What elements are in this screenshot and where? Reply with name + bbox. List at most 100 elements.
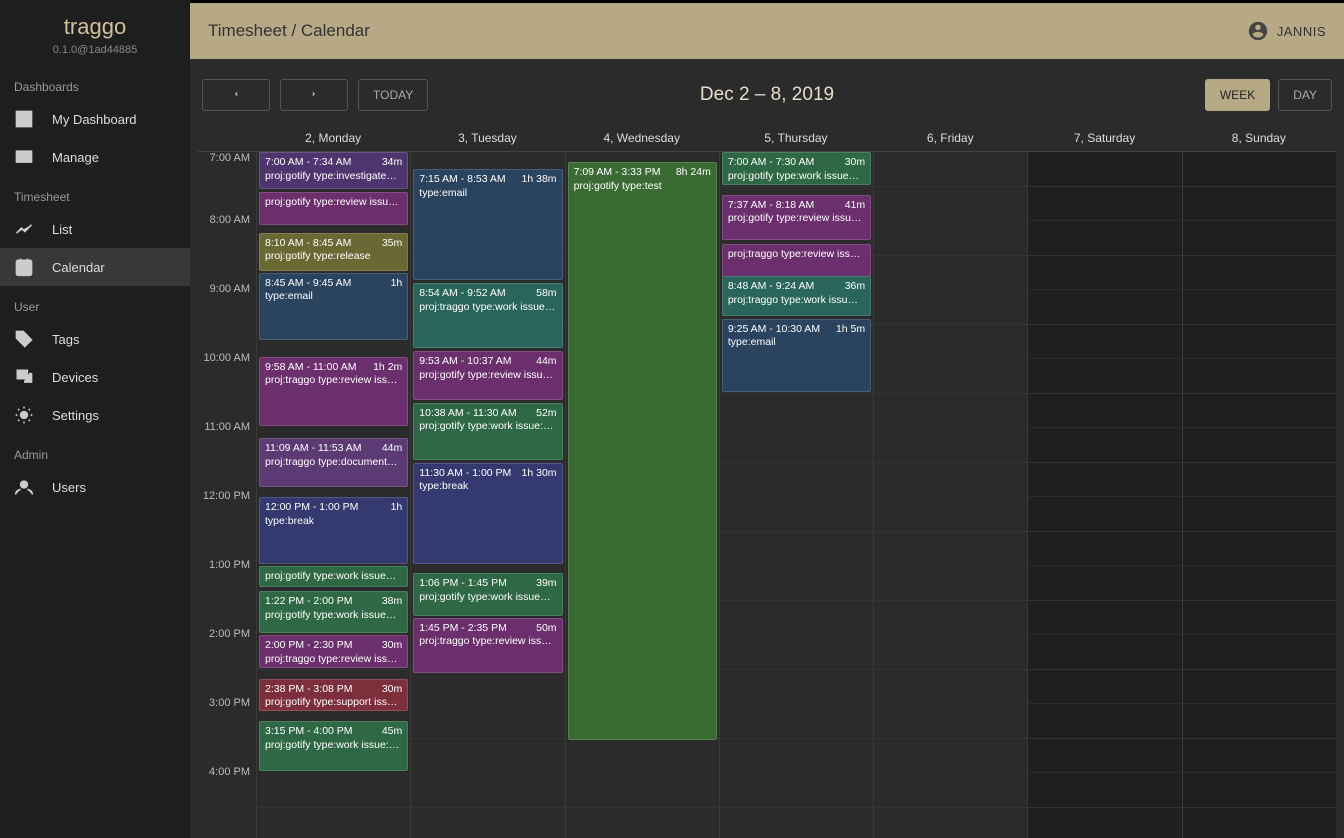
calendar-event[interactable]: proj:gotify type:work issue…	[259, 566, 408, 587]
day-column[interactable]: 7:15 AM - 8:53 AM1h 38mtype:email8:54 AM…	[410, 152, 564, 838]
day-column[interactable]: 7:09 AM - 3:33 PM8h 24mproj:gotify type:…	[565, 152, 719, 838]
event-time: 9:25 AM - 10:30 AM	[728, 323, 820, 337]
event-time: 7:00 AM - 7:34 AM	[265, 156, 351, 170]
event-desc: type:email	[728, 336, 865, 350]
day-column[interactable]: 7:00 AM - 7:30 AM30mproj:gotify type:wor…	[719, 152, 873, 838]
calendar-event[interactable]: 8:48 AM - 9:24 AM36mproj:traggo type:wor…	[722, 276, 871, 315]
event-duration: 1h 30m	[522, 467, 557, 481]
sidebar-item-devices[interactable]: Devices	[0, 358, 190, 396]
calendar-event[interactable]: 8:54 AM - 9:52 AM58mproj:traggo type:wor…	[413, 283, 562, 348]
calendar-event[interactable]: 1:45 PM - 2:35 PM50mproj:traggo type:rev…	[413, 618, 562, 674]
sidebar-item-manage[interactable]: Manage	[0, 138, 190, 176]
event-duration: 1h 5m	[836, 323, 865, 337]
day-header: 8, Sunday	[1182, 125, 1336, 151]
calendar-event[interactable]: proj:gotify type:review issu…	[259, 192, 408, 225]
sidebar-item-list[interactable]: List	[0, 210, 190, 248]
event-desc: proj:gotify type:test	[574, 180, 711, 194]
calendar-event[interactable]: proj:traggo type:review iss…	[722, 244, 871, 277]
event-duration: 52m	[536, 407, 556, 421]
event-time: 1:22 PM - 2:00 PM	[265, 595, 353, 609]
event-duration: 1h 2m	[373, 361, 402, 375]
time-label: 2:00 PM	[198, 628, 256, 697]
header: Timesheet / Calendar JANNIS	[190, 3, 1344, 59]
event-duration: 30m	[382, 639, 402, 653]
calendar-event[interactable]: 2:38 PM - 3:08 PM30mproj:gotify type:sup…	[259, 679, 408, 712]
sidebar-item-my-dashboard[interactable]: My Dashboard	[0, 100, 190, 138]
sidebar-item-settings[interactable]: Settings	[0, 396, 190, 434]
day-column[interactable]	[1027, 152, 1181, 838]
tag-icon	[14, 329, 34, 349]
event-desc: type:email	[419, 187, 556, 201]
calendar-event[interactable]: 12:00 PM - 1:00 PM1htype:break	[259, 497, 408, 564]
event-desc: proj:traggo type:review issue:#43	[419, 635, 556, 649]
event-time: 3:15 PM - 4:00 PM	[265, 725, 353, 739]
time-label: 7:00 AM	[198, 152, 256, 221]
calendar-event[interactable]: 2:00 PM - 2:30 PM30mproj:traggo type:rev…	[259, 635, 408, 668]
view-week-button[interactable]: WEEK	[1205, 79, 1270, 111]
view-day-button[interactable]: DAY	[1278, 79, 1332, 111]
sidebar-section-header: Timesheet	[0, 176, 190, 210]
event-time: 10:38 AM - 11:30 AM	[419, 407, 516, 421]
devices-icon	[14, 367, 34, 387]
calendar-event[interactable]: 7:09 AM - 3:33 PM8h 24mproj:gotify type:…	[568, 162, 717, 740]
event-time: 11:09 AM - 11:53 AM	[265, 442, 362, 456]
calendar-event[interactable]: 1:22 PM - 2:00 PM38mproj:gotify type:wor…	[259, 591, 408, 633]
time-label: 8:00 AM	[198, 214, 256, 283]
event-duration: 1h	[391, 277, 403, 291]
event-time: 9:53 AM - 10:37 AM	[419, 355, 511, 369]
chevron-left-icon	[231, 89, 241, 99]
calendar-event[interactable]: 7:00 AM - 7:30 AM30mproj:gotify type:wor…	[722, 152, 871, 185]
event-time: 2:00 PM - 2:30 PM	[265, 639, 353, 653]
event-time: 9:58 AM - 11:00 AM	[265, 361, 356, 375]
calendar-event[interactable]: 11:30 AM - 1:00 PM1h 30mtype:break	[413, 463, 562, 565]
event-duration: 50m	[536, 622, 556, 636]
calendar-event[interactable]: 8:45 AM - 9:45 AM1htype:email	[259, 273, 408, 340]
next-button[interactable]	[280, 79, 348, 111]
sidebar-item-users[interactable]: Users	[0, 468, 190, 506]
event-time: 11:30 AM - 1:00 PM	[419, 467, 511, 481]
user-chip[interactable]: JANNIS	[1247, 20, 1326, 42]
event-time: 8:10 AM - 8:45 AM	[265, 237, 351, 251]
event-time: 8:54 AM - 9:52 AM	[419, 287, 505, 301]
event-time: 8:48 AM - 9:24 AM	[728, 280, 814, 294]
calendar-event[interactable]: 9:58 AM - 11:00 AM1h 2mproj:traggo type:…	[259, 357, 408, 426]
calendar: 2, Monday3, Tuesday4, Wednesday5, Thursd…	[190, 125, 1344, 838]
calendar-event[interactable]: 7:15 AM - 8:53 AM1h 38mtype:email	[413, 169, 562, 280]
calendar-event[interactable]: 3:15 PM - 4:00 PM45mproj:gotify type:wor…	[259, 721, 408, 771]
calendar-scroll[interactable]: 7:00 AM8:00 AM9:00 AM10:00 AM11:00 AM12:…	[198, 152, 1336, 838]
sidebar-item-calendar[interactable]: Calendar	[0, 248, 190, 286]
sidebar-section-header: Dashboards	[0, 66, 190, 100]
calendar-event[interactable]: 1:06 PM - 1:45 PM39mproj:gotify type:wor…	[413, 573, 562, 616]
day-column[interactable]	[1182, 152, 1336, 838]
time-label: 4:00 PM	[198, 766, 256, 835]
day-column[interactable]: 7:00 AM - 7:34 AM34mproj:gotify type:inv…	[256, 152, 410, 838]
time-label: 10:00 AM	[198, 352, 256, 421]
calendar-event[interactable]: 7:00 AM - 7:34 AM34mproj:gotify type:inv…	[259, 152, 408, 189]
time-gutter: 7:00 AM8:00 AM9:00 AM10:00 AM11:00 AM12:…	[198, 152, 256, 838]
event-desc: proj:gotify type:work issue:#65	[419, 420, 556, 434]
event-desc: proj:traggo type:document…	[265, 456, 402, 470]
calendar-event[interactable]: 9:25 AM - 10:30 AM 1h 5mtype:email	[722, 319, 871, 392]
event-duration: 39m	[536, 577, 556, 591]
user-name: JANNIS	[1277, 24, 1326, 39]
sidebar-item-tags[interactable]: Tags	[0, 320, 190, 358]
event-duration: 1h	[391, 501, 403, 515]
calendar-event[interactable]: 8:10 AM - 8:45 AM35mproj:gotify type:rel…	[259, 233, 408, 271]
event-duration: 38m	[382, 595, 402, 609]
event-time: 7:37 AM - 8:18 AM	[728, 199, 814, 213]
calendar-event[interactable]: 7:37 AM - 8:18 AM41mproj:gotify type:rev…	[722, 195, 871, 240]
calendar-icon	[14, 257, 34, 277]
day-column[interactable]	[873, 152, 1027, 838]
event-desc: type:break	[265, 515, 402, 529]
date-range: Dec 2 – 8, 2019	[700, 84, 834, 106]
calendar-event[interactable]: 11:09 AM - 11:53 AM44mproj:traggo type:d…	[259, 438, 408, 487]
calendar-event[interactable]: 10:38 AM - 11:30 AM 52mproj:gotify type:w…	[413, 403, 562, 461]
today-button[interactable]: TODAY	[358, 79, 428, 111]
sidebar-section-header: Admin	[0, 434, 190, 468]
brand-version: 0.1.0@1ad44885	[0, 44, 190, 56]
prev-button[interactable]	[202, 79, 270, 111]
calendar-toolbar: TODAY Dec 2 – 8, 2019 WEEKDAY	[190, 59, 1344, 125]
calendar-event[interactable]: 9:53 AM - 10:37 AM44mproj:gotify type:re…	[413, 351, 562, 400]
time-label: 1:00 PM	[198, 559, 256, 628]
day-header: 7, Saturday	[1027, 125, 1181, 151]
